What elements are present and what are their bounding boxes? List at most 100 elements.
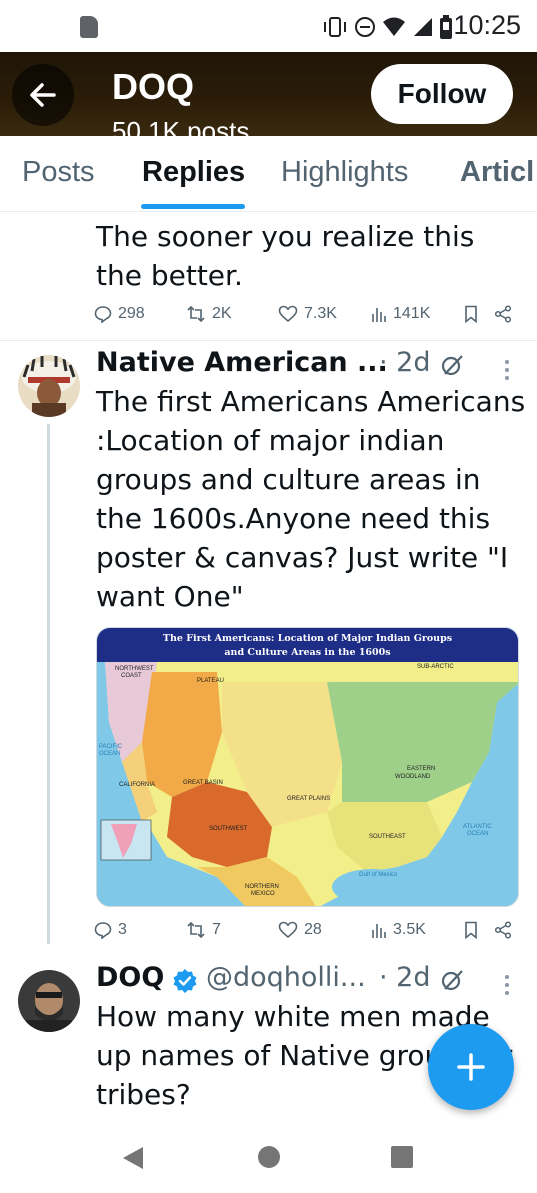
time-value: 2d — [396, 347, 431, 378]
map-label: PACIFIC — [99, 744, 123, 750]
north-america-map: NORTHWEST COAST PLATEAU GREAT BASIN CALI… — [97, 662, 518, 906]
time-value: 2d — [396, 962, 431, 993]
tab-posts[interactable]: Posts — [22, 156, 95, 189]
bookmark-button[interactable] — [464, 305, 478, 323]
views-icon — [372, 308, 386, 322]
map-label: PLATEAU — [197, 678, 224, 684]
clock: 10:25 — [453, 10, 521, 40]
back-button[interactable] — [12, 64, 74, 126]
reply-button[interactable]: 298 — [94, 305, 145, 323]
map-label: EASTERN — [407, 766, 435, 772]
tweet-image-map[interactable]: The First Americans: Location of Major I… — [96, 627, 519, 907]
nav-back-icon[interactable] — [121, 1145, 145, 1171]
avatar[interactable] — [18, 355, 80, 417]
status-bar: 10:25 — [0, 0, 537, 52]
view-count: 141K — [393, 305, 431, 322]
tab-replies[interactable]: Replies — [142, 156, 245, 189]
heart-icon — [278, 305, 298, 323]
wifi-icon — [383, 17, 405, 36]
tab-highlights[interactable]: Highlights — [281, 156, 408, 189]
map-label: OCEAN — [467, 831, 488, 837]
tweet-actions: 298 2K 7.3K 141K — [94, 301, 524, 331]
more-options-icon[interactable] — [500, 973, 514, 997]
thread-connector — [47, 424, 50, 944]
back-arrow-icon — [30, 83, 56, 107]
follow-button[interactable]: Follow — [371, 64, 513, 124]
views-icon — [372, 924, 386, 938]
tweet-actions: 3 7 28 3.5K — [94, 917, 524, 947]
map-label: Gulf of Mexico — [359, 872, 398, 878]
map-label: SOUTHEAST — [369, 834, 406, 840]
signal-icon — [414, 18, 432, 36]
tweet-text: The sooner you realize this the better. — [96, 220, 475, 292]
grok-icon[interactable] — [440, 352, 466, 378]
tweet-divider — [0, 340, 537, 341]
map-label: MEXICO — [251, 891, 275, 897]
reply-button[interactable]: 3 — [94, 921, 127, 939]
views-button[interactable]: 3.5K — [371, 921, 426, 939]
map-title-line2: and Culture Areas in the 1600s — [224, 647, 391, 658]
view-count: 3.5K — [393, 921, 426, 938]
map-label: CALIFORNIA — [119, 782, 155, 788]
map-title-line1: The First Americans: Location of Major I… — [162, 633, 453, 644]
repost-icon — [187, 305, 205, 323]
more-options-icon[interactable] — [500, 358, 514, 382]
like-button[interactable]: 7.3K — [278, 305, 337, 323]
repost-button[interactable]: 2K — [186, 305, 232, 323]
grok-icon[interactable] — [440, 967, 466, 993]
repost-icon — [187, 921, 205, 939]
battery-icon — [440, 15, 452, 39]
views-button[interactable]: 141K — [371, 305, 430, 323]
bookmark-icon — [465, 921, 477, 939]
heart-icon — [278, 921, 298, 939]
like-button[interactable]: 28 — [278, 921, 322, 939]
map-label: ATLANTIC — [463, 824, 492, 830]
profile-header: DOQ 50.1K posts Follow — [0, 52, 537, 136]
map-label: COAST — [121, 673, 142, 679]
bookmark-icon — [465, 305, 477, 323]
plus-icon — [457, 1053, 485, 1081]
map-label: SUB-ARCTIC — [417, 664, 454, 670]
share-button[interactable] — [494, 921, 512, 939]
map-label: OCEAN — [99, 751, 120, 757]
tweet-time: · 2d — [379, 962, 431, 993]
do-not-disturb-icon — [355, 17, 375, 37]
share-icon — [494, 921, 512, 939]
author-handle[interactable]: @doqholli... — [206, 962, 366, 993]
tab-articles[interactable]: Articl — [460, 156, 534, 189]
author-name[interactable]: DOQ — [96, 962, 164, 993]
repost-count: 2K — [212, 305, 232, 322]
reply-icon — [94, 922, 112, 939]
verified-badge-icon — [173, 969, 197, 993]
like-count: 28 — [304, 921, 322, 938]
compose-button[interactable] — [428, 1024, 514, 1110]
tweet-text: The first Americans Americans :Location … — [96, 385, 526, 613]
nav-recents-icon[interactable] — [390, 1145, 414, 1169]
status-icons — [322, 14, 452, 40]
map-label: NORTHERN — [245, 884, 279, 890]
map-label: GREAT BASIN — [183, 780, 223, 786]
sim-card-icon — [80, 16, 98, 38]
nav-home-icon[interactable] — [257, 1145, 281, 1169]
avatar[interactable] — [18, 970, 80, 1032]
bookmark-button[interactable] — [464, 921, 478, 939]
repost-button[interactable]: 7 — [186, 921, 221, 939]
reply-count: 298 — [118, 305, 145, 322]
post-count: 50.1K posts — [112, 116, 250, 136]
profile-tabs: Posts Replies Highlights Articl — [0, 136, 537, 212]
map-label: WOODLAND — [395, 774, 431, 780]
map-label: SOUTHWEST — [209, 826, 248, 832]
profile-name: DOQ — [112, 66, 195, 107]
vibrate-icon — [324, 17, 346, 37]
user-avatar-icon — [18, 970, 80, 1032]
map-label: NORTHWEST — [115, 666, 154, 672]
author-name[interactable]: Native American ... — [96, 347, 388, 378]
map-title: The First Americans: Location of Major I… — [97, 628, 518, 662]
tweet-time: · 2d — [379, 347, 431, 378]
native-headdress-avatar-icon — [18, 355, 80, 417]
share-icon — [494, 305, 512, 323]
share-button[interactable] — [494, 305, 512, 323]
reply-count: 3 — [118, 921, 127, 938]
map-label: GREAT PLAINS — [287, 796, 330, 802]
reply-icon — [94, 306, 112, 323]
